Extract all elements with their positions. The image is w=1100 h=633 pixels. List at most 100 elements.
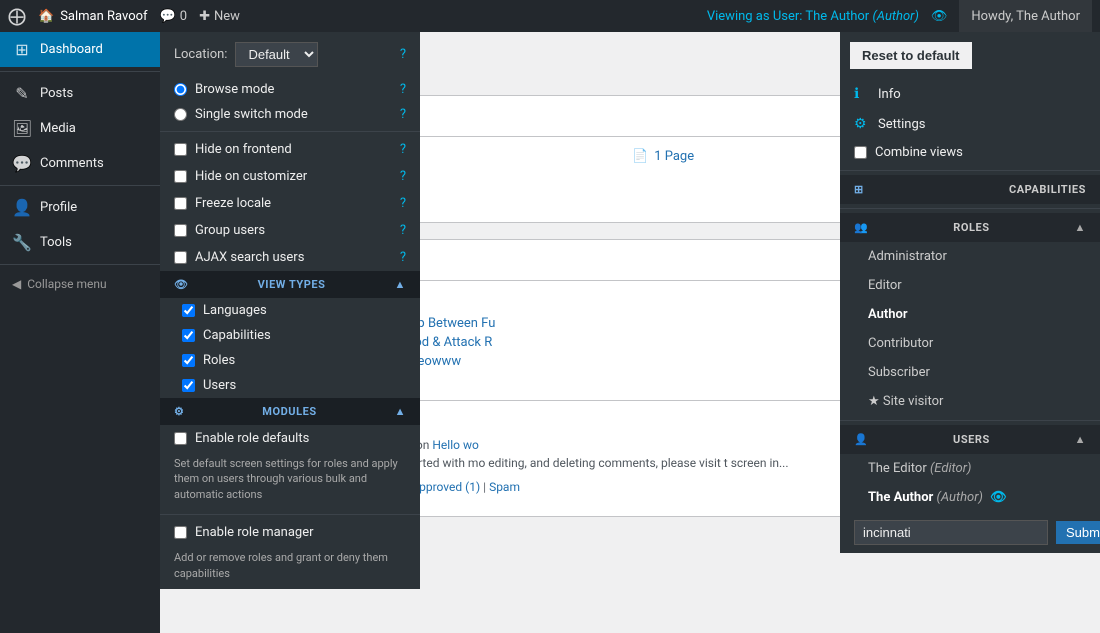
group-users-checkbox[interactable] bbox=[174, 224, 187, 237]
group-users-help[interactable]: ? bbox=[400, 223, 406, 238]
divider-5 bbox=[840, 420, 1100, 421]
location-label: Location: bbox=[174, 47, 227, 62]
group-users-label: Group users bbox=[195, 223, 265, 238]
role-contributor[interactable]: Contributor bbox=[840, 329, 1100, 358]
ajax-search-checkbox[interactable] bbox=[174, 251, 187, 264]
hide-frontend-checkbox[interactable] bbox=[174, 143, 187, 156]
capabilities-row: Capabilities bbox=[160, 323, 420, 348]
view-types-icon: 👁 bbox=[174, 278, 189, 291]
info-label: Info bbox=[878, 87, 901, 102]
location-select[interactable]: Default Custom bbox=[235, 42, 318, 67]
site-name[interactable]: 🏠 Salman Ravoof bbox=[38, 9, 148, 24]
users-label: Users bbox=[203, 378, 236, 393]
role-editor[interactable]: Editor bbox=[840, 271, 1100, 300]
combine-views-checkbox[interactable] bbox=[854, 146, 867, 159]
viewing-as-text: Viewing as User: The Author (Author) bbox=[707, 9, 919, 24]
menu-separator bbox=[0, 71, 160, 72]
sidebar-item-profile[interactable]: 👤 Profile bbox=[0, 190, 160, 225]
combine-views-label: Combine views bbox=[875, 145, 963, 160]
sidebar-item-posts[interactable]: ✎ Posts bbox=[0, 76, 160, 111]
enable-role-manager-checkbox[interactable] bbox=[174, 526, 187, 539]
freeze-locale-label: Freeze locale bbox=[195, 196, 271, 211]
browse-mode-label: Browse mode bbox=[195, 82, 274, 97]
reset-to-default-button[interactable]: Reset to default bbox=[850, 42, 972, 69]
left-settings-panel: Location: Default Custom ? Browse mode ?… bbox=[160, 32, 420, 589]
browse-mode-help[interactable]: ? bbox=[400, 82, 406, 97]
settings-label: Settings bbox=[878, 117, 925, 132]
divider-2 bbox=[160, 514, 420, 515]
howdy-text[interactable]: Howdy, The Author bbox=[959, 0, 1092, 32]
new-button[interactable]: ✚ New bbox=[199, 9, 240, 24]
hide-customizer-label: Hide on customizer bbox=[195, 169, 307, 184]
sidebar: ⊞ Dashboard ✎ Posts 🖼 Media 💬 Comments 👤… bbox=[0, 32, 160, 633]
freeze-locale-checkbox[interactable] bbox=[174, 197, 187, 210]
menu-separator-3 bbox=[0, 264, 160, 265]
role-administrator[interactable]: Administrator bbox=[840, 242, 1100, 271]
view-types-header: 👁 VIEW TYPES ▲ bbox=[160, 271, 420, 298]
enable-role-defaults-checkbox[interactable] bbox=[174, 432, 187, 445]
search-input[interactable] bbox=[854, 520, 1048, 545]
profile-icon: 👤 bbox=[12, 198, 32, 217]
role-author[interactable]: Author bbox=[840, 300, 1100, 329]
browse-mode-radio[interactable] bbox=[174, 83, 187, 96]
settings-row[interactable]: ⚙ Settings bbox=[840, 109, 1100, 139]
sidebar-item-media[interactable]: 🖼 Media bbox=[0, 111, 160, 146]
sidebar-item-tools[interactable]: 🔧 Tools bbox=[0, 225, 160, 260]
sidebar-item-dashboard[interactable]: ⊞ Dashboard bbox=[0, 32, 160, 67]
roles-section-label: ROLES bbox=[953, 221, 989, 234]
info-row[interactable]: ℹ Info bbox=[840, 79, 1100, 109]
role-site-visitor[interactable]: ★ Site visitor bbox=[840, 387, 1100, 416]
group-users-row: Group users ? bbox=[160, 217, 420, 244]
enable-role-defaults-row: Enable role defaults bbox=[160, 425, 420, 452]
comments-spam-link[interactable]: Spam bbox=[489, 480, 520, 494]
languages-row: Languages bbox=[160, 298, 420, 323]
users-checkbox[interactable] bbox=[182, 379, 195, 392]
comment-post-link[interactable]: Hello wo bbox=[432, 438, 478, 452]
capabilities-label: Capabilities bbox=[203, 328, 271, 343]
ajax-search-label: AJAX search users bbox=[195, 250, 304, 265]
modules-collapse[interactable]: ▲ bbox=[395, 405, 406, 418]
collapse-menu-button[interactable]: ◀ Collapse menu bbox=[0, 269, 160, 299]
divider-3 bbox=[840, 170, 1100, 171]
user-editor[interactable]: The Editor (Editor) bbox=[840, 454, 1100, 483]
hide-customizer-checkbox[interactable] bbox=[174, 170, 187, 183]
view-types-collapse[interactable]: ▲ bbox=[395, 278, 406, 291]
capabilities-checkbox[interactable] bbox=[182, 329, 195, 342]
ajax-search-help[interactable]: ? bbox=[400, 250, 406, 265]
users-collapse[interactable]: ▲ bbox=[1075, 433, 1086, 446]
hide-customizer-help[interactable]: ? bbox=[400, 169, 406, 184]
roles-checkbox[interactable] bbox=[182, 354, 195, 367]
role-subscriber[interactable]: Subscriber bbox=[840, 358, 1100, 387]
media-icon: 🖼 bbox=[12, 119, 32, 138]
wp-logo-icon[interactable]: ⨁ bbox=[8, 6, 26, 27]
hide-frontend-row: Hide on frontend ? bbox=[160, 136, 420, 163]
settings-icon: ⚙ bbox=[854, 116, 870, 132]
freeze-locale-help[interactable]: ? bbox=[400, 196, 406, 211]
eye-icon[interactable]: 👁 bbox=[931, 9, 948, 24]
user-author-eye-icon[interactable]: 👁 bbox=[990, 490, 1007, 505]
capabilities-section-header: ⊞ CAPABILITIES bbox=[840, 175, 1100, 204]
single-switch-row: Single switch mode ? bbox=[160, 102, 420, 127]
comments-count[interactable]: 💬 0 bbox=[160, 9, 188, 24]
enable-role-manager-row: Enable role manager bbox=[160, 519, 420, 546]
user-author[interactable]: The Author (Author) 👁 bbox=[840, 483, 1100, 512]
view-types-label: VIEW TYPES bbox=[258, 278, 326, 291]
comments-icon: 💬 bbox=[12, 154, 32, 173]
languages-checkbox[interactable] bbox=[182, 304, 195, 317]
hide-frontend-label: Hide on frontend bbox=[195, 142, 292, 157]
hide-frontend-help[interactable]: ? bbox=[400, 142, 406, 157]
languages-label: Languages bbox=[203, 303, 267, 318]
users-section-icon: 👤 bbox=[854, 433, 868, 446]
single-switch-help[interactable]: ? bbox=[400, 107, 406, 122]
browse-mode-row: Browse mode ? bbox=[160, 77, 420, 102]
submit-button[interactable]: Submit bbox=[1056, 521, 1100, 544]
single-switch-radio[interactable] bbox=[174, 108, 187, 121]
location-help-icon[interactable]: ? bbox=[400, 47, 406, 62]
enable-role-manager-desc: Add or remove roles and grant or deny th… bbox=[160, 546, 420, 589]
info-icon: ℹ bbox=[854, 86, 870, 102]
hide-customizer-row: Hide on customizer ? bbox=[160, 163, 420, 190]
roles-collapse[interactable]: ▲ bbox=[1075, 221, 1086, 234]
enable-role-manager-label: Enable role manager bbox=[195, 525, 314, 540]
comments-approved-link[interactable]: Approved (1) bbox=[411, 480, 480, 494]
sidebar-item-comments[interactable]: 💬 Comments bbox=[0, 146, 160, 181]
